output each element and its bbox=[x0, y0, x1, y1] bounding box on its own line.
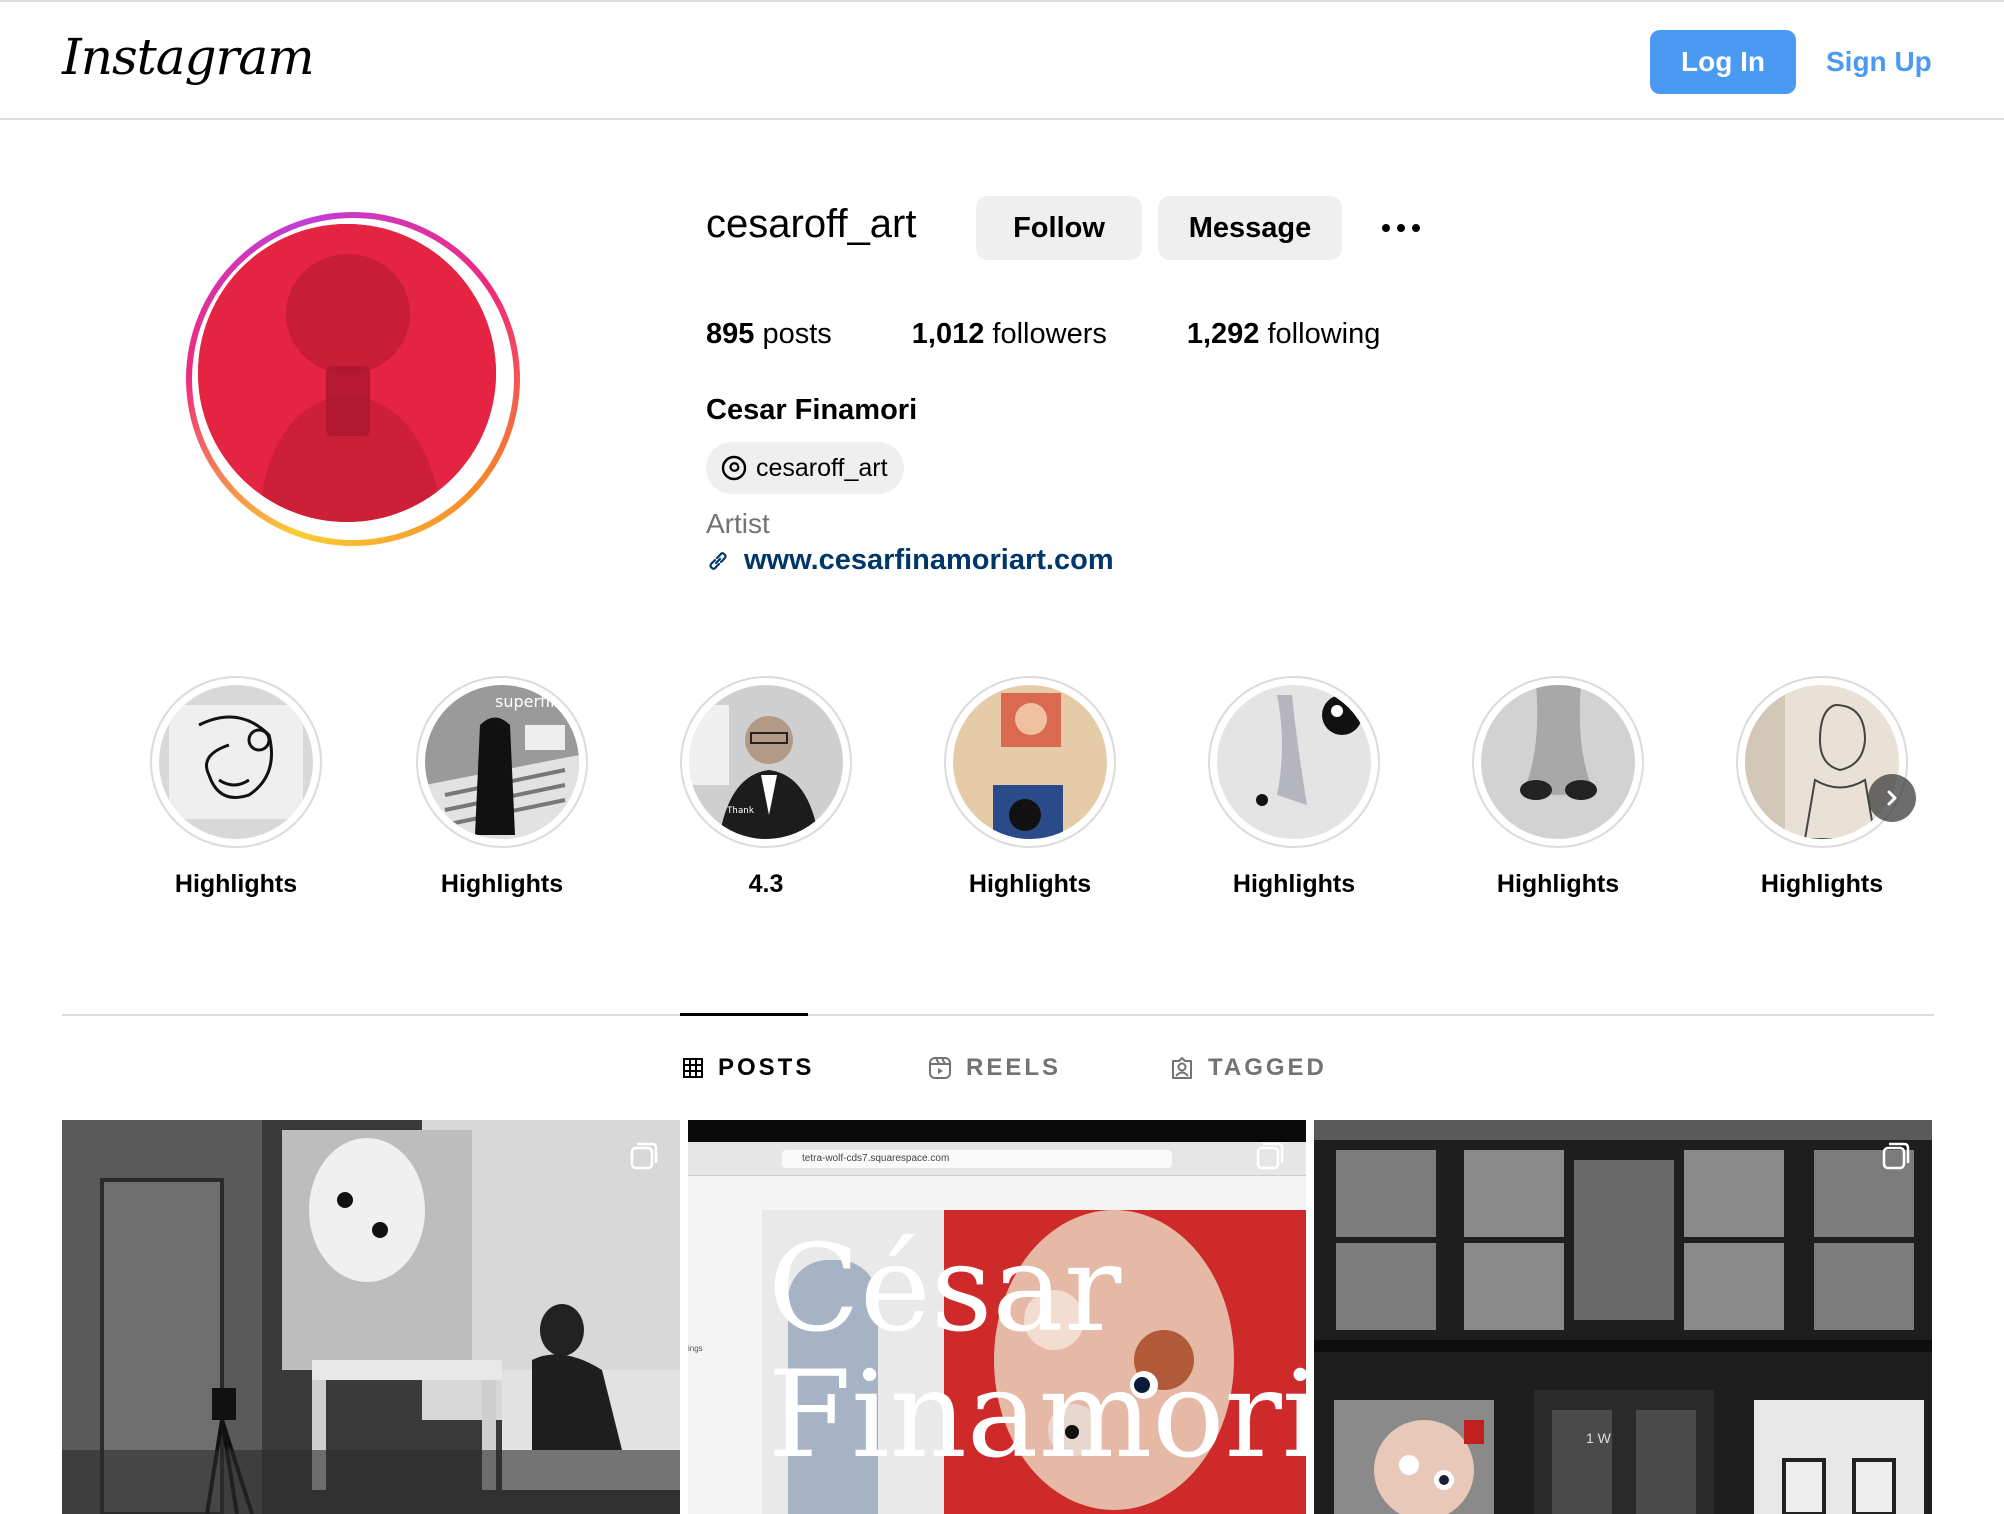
posts-label: posts bbox=[762, 318, 832, 350]
tab-posts-label: POSTS bbox=[718, 1054, 815, 1081]
highlight-ring bbox=[1736, 676, 1908, 848]
highlight-ring: superfine bbox=[416, 676, 588, 848]
svg-text:Thank: Thank bbox=[727, 806, 755, 816]
profile-avatar-story-ring[interactable] bbox=[186, 212, 520, 546]
threads-badge[interactable]: cesaroff_art bbox=[706, 442, 904, 494]
highlight-ring bbox=[150, 676, 322, 848]
overlay-text-cesar: César bbox=[768, 1220, 1122, 1359]
more-options-icon[interactable] bbox=[1374, 204, 1428, 252]
highlight-label: Highlights bbox=[968, 870, 1092, 898]
message-button[interactable]: Message bbox=[1158, 196, 1342, 260]
highlight-ring: Thank bbox=[680, 676, 852, 848]
highlight-label: Highlights bbox=[1760, 870, 1884, 898]
profile-full-name: Cesar Finamori bbox=[706, 394, 918, 426]
following-count: 1,292 bbox=[1186, 318, 1260, 350]
avatar[interactable] bbox=[198, 224, 496, 522]
following-label: following bbox=[1267, 318, 1381, 350]
highlight-cover bbox=[1481, 685, 1635, 839]
highlight-item[interactable]: Thank 4.3 bbox=[680, 676, 852, 899]
tab-reels-label: REELS bbox=[966, 1054, 1062, 1081]
overlay-text-finamori: Finamori bbox=[768, 1346, 1306, 1485]
tab-tagged[interactable]: TAGGED bbox=[1170, 1054, 1327, 1082]
highlight-label: 4.3 bbox=[748, 870, 784, 898]
website-url: www.cesarfinamoriart.com bbox=[744, 544, 1114, 576]
highlight-item[interactable]: Highlights bbox=[944, 676, 1116, 899]
highlight-ring bbox=[1472, 676, 1644, 848]
followers-stat[interactable]: 1,012 followers bbox=[912, 318, 1107, 351]
posts-stat: 895 posts bbox=[706, 318, 832, 351]
multiple-images-icon bbox=[630, 1142, 658, 1170]
threads-handle: cesaroff_art bbox=[756, 453, 888, 482]
highlight-item[interactable]: Highlights bbox=[1472, 676, 1644, 899]
highlight-item[interactable]: superfine Highlights bbox=[416, 676, 588, 899]
followers-count: 1,012 bbox=[911, 318, 985, 350]
post-thumbnail[interactable]: 1 W bbox=[1314, 1120, 1932, 1514]
highlight-item[interactable]: Highlights bbox=[1208, 676, 1380, 899]
following-stat[interactable]: 1,292 following bbox=[1187, 318, 1380, 351]
link-icon bbox=[709, 551, 727, 570]
browser-url: tetra-wolf-cds7.squarespace.com bbox=[782, 1150, 1172, 1168]
tab-reels[interactable]: REELS bbox=[928, 1054, 1061, 1082]
profile-bio: Artist bbox=[706, 508, 770, 539]
chevron-right-icon bbox=[1887, 790, 1897, 806]
grid-icon bbox=[683, 1058, 703, 1078]
posts-count: 895 bbox=[706, 318, 755, 350]
highlight-cover: superfine bbox=[425, 685, 579, 839]
post-image bbox=[62, 1120, 680, 1514]
post-thumbnail[interactable]: tetra-wolf-cds7.squarespace.com César Fi… bbox=[688, 1120, 1306, 1514]
top-navigation-bar: Instagram Log In Sign Up bbox=[0, 0, 2004, 120]
highlight-cover bbox=[953, 685, 1107, 839]
browser-top-bar bbox=[688, 1120, 1306, 1142]
tab-tagged-label: TAGGED bbox=[1208, 1054, 1327, 1081]
active-tab-indicator bbox=[680, 1013, 808, 1016]
svg-text:superfine: superfine bbox=[495, 692, 570, 711]
highlight-item[interactable]: Highlights bbox=[150, 676, 322, 899]
tagged-icon bbox=[1172, 1057, 1192, 1079]
multiple-images-icon bbox=[1882, 1142, 1910, 1170]
profile-stats: 895 posts 1,012 followers 1,292 followin… bbox=[706, 318, 1460, 351]
highlight-cover bbox=[1217, 685, 1371, 839]
highlight-cover: Thank bbox=[689, 685, 843, 839]
tabs-divider bbox=[62, 1014, 1934, 1016]
highlights-next-button[interactable] bbox=[1868, 774, 1916, 822]
door-number: 1 W bbox=[1586, 1430, 1611, 1446]
sign-up-link[interactable]: Sign Up bbox=[1826, 30, 1932, 94]
followers-label: followers bbox=[992, 318, 1107, 350]
log-in-button[interactable]: Log In bbox=[1650, 30, 1796, 94]
tab-posts[interactable]: POSTS bbox=[682, 1054, 814, 1082]
instagram-logo[interactable]: Instagram bbox=[62, 28, 315, 86]
highlight-ring bbox=[944, 676, 1116, 848]
reels-icon bbox=[929, 1057, 951, 1079]
threads-icon bbox=[721, 455, 747, 481]
highlight-ring bbox=[1208, 676, 1380, 848]
highlight-label: Highlights bbox=[1496, 870, 1620, 898]
avatar-image bbox=[198, 224, 496, 522]
post-image bbox=[1314, 1120, 1932, 1514]
profile-username: cesaroff_art bbox=[706, 202, 917, 246]
browser-address-bar: tetra-wolf-cds7.squarespace.com bbox=[688, 1142, 1306, 1176]
highlight-cover bbox=[159, 685, 313, 839]
highlight-label: Highlights bbox=[174, 870, 298, 898]
highlight-label: Highlights bbox=[440, 870, 564, 898]
side-text: ings bbox=[688, 1344, 703, 1353]
multiple-images-icon bbox=[1256, 1142, 1284, 1170]
website-link[interactable]: www.cesarfinamoriart.com bbox=[706, 544, 1114, 577]
post-thumbnail[interactable] bbox=[62, 1120, 680, 1514]
highlight-label: Highlights bbox=[1232, 870, 1356, 898]
follow-button[interactable]: Follow bbox=[976, 196, 1142, 260]
post-image: tetra-wolf-cds7.squarespace.com César Fi… bbox=[688, 1120, 1306, 1514]
